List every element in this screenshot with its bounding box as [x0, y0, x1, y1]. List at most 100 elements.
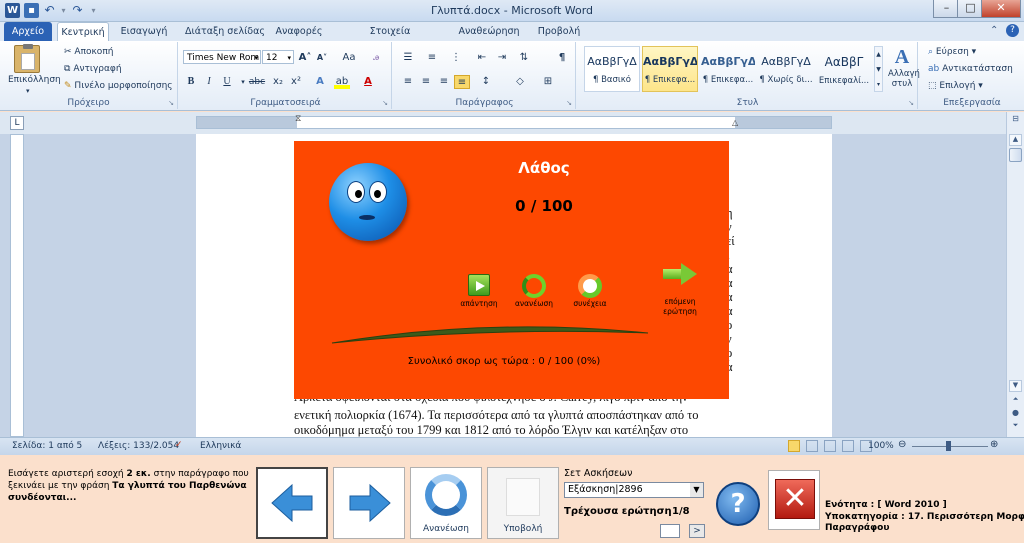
increase-indent-icon[interactable]: ⇥ [494, 51, 510, 65]
tab-references[interactable]: Αναφορές [272, 22, 326, 41]
justify-icon[interactable]: ≡ [454, 75, 470, 89]
strikethrough-icon[interactable]: abc [246, 75, 268, 89]
submit-button[interactable]: Υποβολή [487, 467, 559, 539]
find-button[interactable]: ⌕ Εύρεση ▾ [928, 47, 976, 57]
change-styles-button[interactable]: A Αλλαγή στυλ [888, 46, 920, 96]
replace-button[interactable]: ab Αντικατάσταση [928, 64, 1013, 74]
indent-marker-icon[interactable]: ⧖ [295, 114, 301, 124]
vertical-ruler[interactable] [10, 134, 24, 437]
word-count[interactable]: Λέξεις: 133/2.054 [98, 441, 179, 451]
italic-icon[interactable]: I [201, 75, 217, 89]
style-no-spacing[interactable]: ΑαΒβΓγΔ ¶ Χωρίς δι... [758, 46, 814, 92]
style-heading2[interactable]: ΑαΒβΓγΔ ¶ Επικεφα... [700, 46, 756, 92]
vertical-scrollbar[interactable]: ⊟ ▲ ▼ ⏶ ● ⏷ [1006, 112, 1024, 437]
maximize-icon[interactable]: □ [957, 0, 984, 18]
style-title[interactable]: ΑαΒβΓ Επικεφαλί... [816, 46, 872, 92]
answer-button[interactable]: απάντηση [452, 274, 506, 308]
zoom-in-icon[interactable]: ⊕ [990, 439, 998, 450]
refresh-button[interactable]: Ανανέωση [410, 467, 482, 539]
tab-review[interactable]: Αναθεώρηση [456, 22, 522, 41]
subscript-icon[interactable]: x₂ [270, 75, 286, 89]
zoom-level[interactable]: 100% [868, 441, 894, 451]
proofing-icon[interactable]: ✓ [175, 440, 183, 450]
chevron-down-icon[interactable]: ▼ [690, 483, 703, 497]
ruler-toggle-icon[interactable]: ⊟ [1009, 114, 1022, 125]
style-heading1[interactable]: ΑαΒβΓγΔ ¶ Επικεφα... [642, 46, 698, 92]
next-question-button[interactable]: επόμενη ερώτηση [650, 263, 710, 317]
continue-button[interactable]: συνέχεια [563, 274, 617, 308]
paste-button[interactable]: Επικόλληση [8, 75, 61, 85]
shading-icon[interactable]: ◇ [512, 75, 528, 89]
outline-icon[interactable] [842, 440, 854, 452]
text-effects-icon[interactable]: A [312, 75, 328, 89]
grow-font-icon[interactable]: A˄ [297, 51, 313, 65]
shrink-font-icon[interactable]: A˅ [314, 51, 330, 65]
go-button[interactable]: > [689, 524, 705, 538]
highlight-icon[interactable]: ab [334, 75, 350, 89]
browse-object-icon[interactable]: ● [1009, 408, 1022, 420]
ribbon-minimize-icon[interactable]: ⌃ [990, 25, 998, 36]
scroll-up-icon[interactable]: ▲ [1009, 134, 1022, 146]
style-normal[interactable]: ΑαΒβΓγΔ ¶ Βασικό [584, 46, 640, 92]
cut-button[interactable]: ✂ Αποκοπή [64, 47, 113, 57]
align-left-icon[interactable]: ≡ [400, 75, 416, 89]
exercise-set-select[interactable]: Εξάσκηση|2896 ▼ [564, 482, 704, 498]
minimize-icon[interactable]: – [933, 0, 960, 18]
clipboard-launcher-icon[interactable]: ↘ [168, 99, 174, 107]
tab-file[interactable]: Αρχείο [4, 22, 52, 41]
page-count[interactable]: Σελίδα: 1 από 5 [12, 441, 82, 451]
tab-selector-icon[interactable]: L [10, 116, 24, 130]
bullets-icon[interactable]: ☰ [400, 51, 416, 65]
tab-mailings[interactable]: Στοιχεία αλληλογραφίας [334, 22, 446, 56]
numbering-icon[interactable]: ≡ [424, 51, 440, 65]
full-screen-reading-icon[interactable] [806, 440, 818, 452]
tab-home[interactable]: Κεντρική [57, 22, 109, 41]
tab-view[interactable]: Προβολή [534, 22, 584, 41]
format-painter-button[interactable]: ✎ Πινέλο μορφοποίησης [64, 81, 173, 91]
close-icon[interactable]: ✕ [981, 0, 1021, 18]
styles-launcher-icon[interactable]: ↘ [908, 99, 914, 107]
next-page-icon[interactable]: ⏷ [1009, 421, 1022, 433]
paste-icon[interactable] [14, 44, 40, 73]
tab-page-layout[interactable]: Διάταξη σελίδας [180, 22, 270, 41]
previous-page-icon[interactable]: ⏶ [1009, 395, 1022, 407]
font-family-select[interactable]: Times New Rom ▾ [183, 50, 261, 64]
align-center-icon[interactable]: ≡ [418, 75, 434, 89]
line-spacing-icon[interactable]: ↕ [478, 75, 494, 89]
print-layout-icon[interactable] [788, 440, 800, 452]
language[interactable]: Ελληνικά [200, 441, 241, 451]
exit-button[interactable]: ✕ [768, 470, 820, 530]
question-number-input[interactable] [660, 524, 680, 538]
previous-question-button[interactable] [256, 467, 328, 539]
font-size-select[interactable]: 12 ▾ [262, 50, 294, 64]
sort-icon[interactable]: ⇅ [516, 51, 532, 65]
paste-dropdown-icon[interactable]: ▾ [26, 87, 30, 95]
zoom-out-icon[interactable]: ⊖ [898, 439, 906, 450]
bold-icon[interactable]: B [183, 75, 199, 89]
scroll-thumb[interactable] [1009, 148, 1022, 162]
borders-icon[interactable]: ⊞ [540, 75, 556, 89]
help-icon[interactable]: ? [1006, 24, 1019, 37]
clear-formatting-icon[interactable]: ꭿ [368, 51, 384, 65]
horizontal-ruler[interactable]: ⧖ △ [196, 114, 832, 129]
next-question-nav-button[interactable] [333, 467, 405, 539]
select-button[interactable]: ⬚ Επιλογή ▾ [928, 81, 983, 91]
decrease-indent-icon[interactable]: ⇤ [474, 51, 490, 65]
scroll-down-icon[interactable]: ▼ [1009, 380, 1022, 392]
copy-button[interactable]: ⧉ Αντιγραφή [64, 64, 122, 74]
font-color-icon[interactable]: A [360, 75, 376, 89]
superscript-icon[interactable]: x² [288, 75, 304, 89]
refresh-overlay-button[interactable]: ανανέωση [507, 274, 561, 308]
align-right-icon[interactable]: ≡ [436, 75, 452, 89]
underline-icon[interactable]: U [219, 75, 235, 89]
right-indent-icon[interactable]: △ [732, 118, 738, 127]
font-launcher-icon[interactable]: ↘ [382, 99, 388, 107]
show-formatting-icon[interactable]: ¶ [554, 51, 570, 65]
web-layout-icon[interactable] [824, 440, 836, 452]
zoom-thumb[interactable] [946, 441, 951, 451]
styles-scroll[interactable]: ▲ ▼ ▾ [874, 46, 883, 92]
help-button[interactable]: ? [712, 476, 764, 534]
multilevel-list-icon[interactable]: ⋮ [448, 51, 464, 65]
change-case-icon[interactable]: Aa [338, 51, 360, 65]
tab-insert[interactable]: Εισαγωγή [115, 22, 173, 41]
